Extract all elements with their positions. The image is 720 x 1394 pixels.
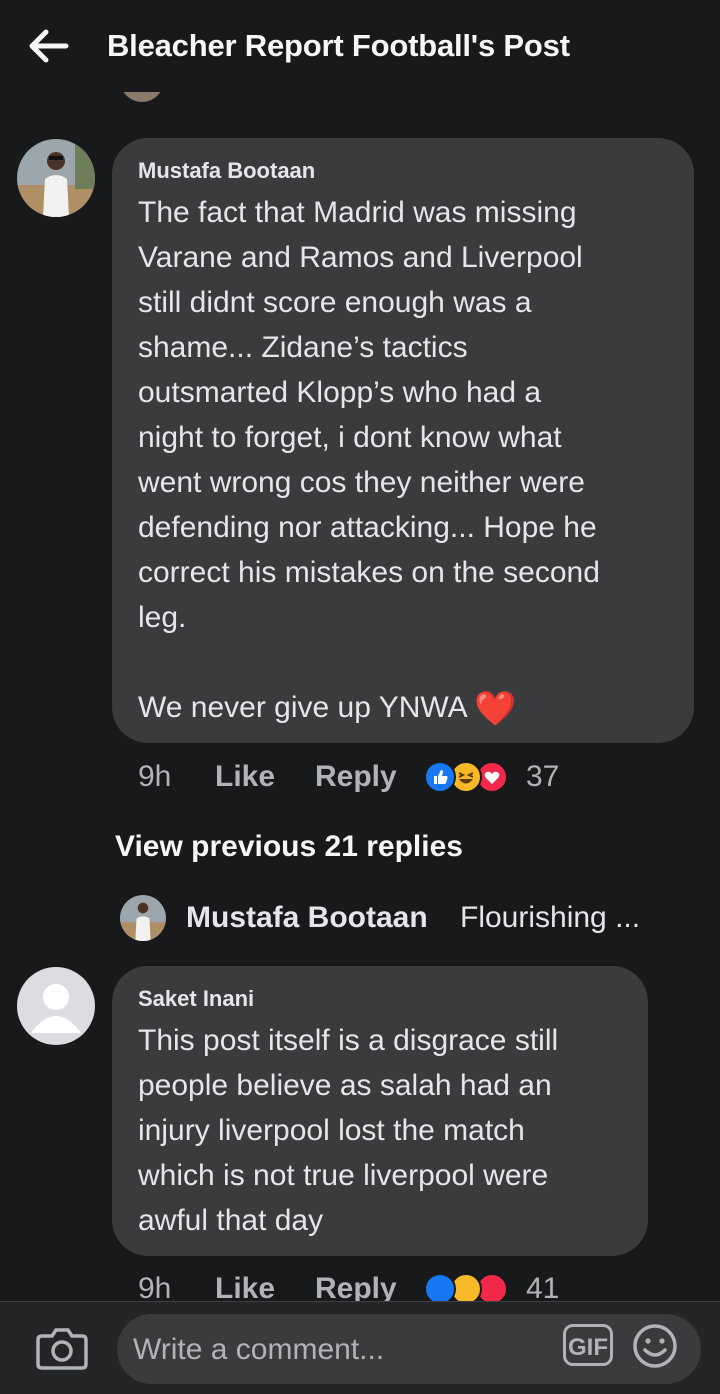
comment-bubble[interactable]: Mustafa Bootaan The fact that Madrid was…	[112, 138, 694, 743]
like-button[interactable]: Like	[215, 760, 275, 794]
comment-input-box[interactable]: GIF	[117, 1314, 701, 1384]
camera-icon[interactable]	[36, 1324, 88, 1372]
gif-icon[interactable]: GIF	[563, 1324, 613, 1366]
page-title: Bleacher Report Football's Post	[107, 28, 570, 63]
view-previous-replies-link[interactable]: View previous 21 replies	[115, 830, 463, 864]
avatar[interactable]	[17, 139, 95, 217]
header-bar: Bleacher Report Football's Post	[0, 0, 720, 92]
like-reaction-icon	[424, 761, 456, 793]
comment-bubble[interactable]: Saket Inani This post itself is a disgra…	[112, 966, 648, 1256]
comment-author[interactable]: Saket Inani	[138, 986, 254, 1012]
reply-preview-text: Flourishing ...	[460, 901, 641, 934]
reply-button[interactable]: Reply	[315, 760, 397, 794]
reply-preview[interactable]: Mustafa Bootaan Flourishing ...	[120, 893, 700, 943]
emoji-icon[interactable]	[631, 1322, 679, 1370]
comment-text: This post itself is a disgrace still peo…	[138, 1024, 559, 1237]
comment-composer: GIF	[0, 1301, 720, 1394]
avatar	[120, 895, 166, 941]
comment-input[interactable]	[131, 1324, 555, 1376]
reaction-count: 37	[526, 760, 560, 793]
comment-text: The fact that Madrid was missing Varane …	[138, 196, 600, 728]
comment-actions: 9h Like Reply 37	[138, 760, 698, 800]
comment-timestamp: 9h	[138, 760, 172, 793]
reactions-summary[interactable]	[424, 761, 514, 795]
back-arrow-icon[interactable]	[26, 26, 70, 66]
reply-author-name: Mustafa Bootaan	[186, 901, 428, 934]
comment-author[interactable]: Mustafa Bootaan	[138, 158, 315, 184]
avatar[interactable]	[17, 967, 95, 1045]
red-heart-emoji: ❤️	[474, 690, 517, 728]
